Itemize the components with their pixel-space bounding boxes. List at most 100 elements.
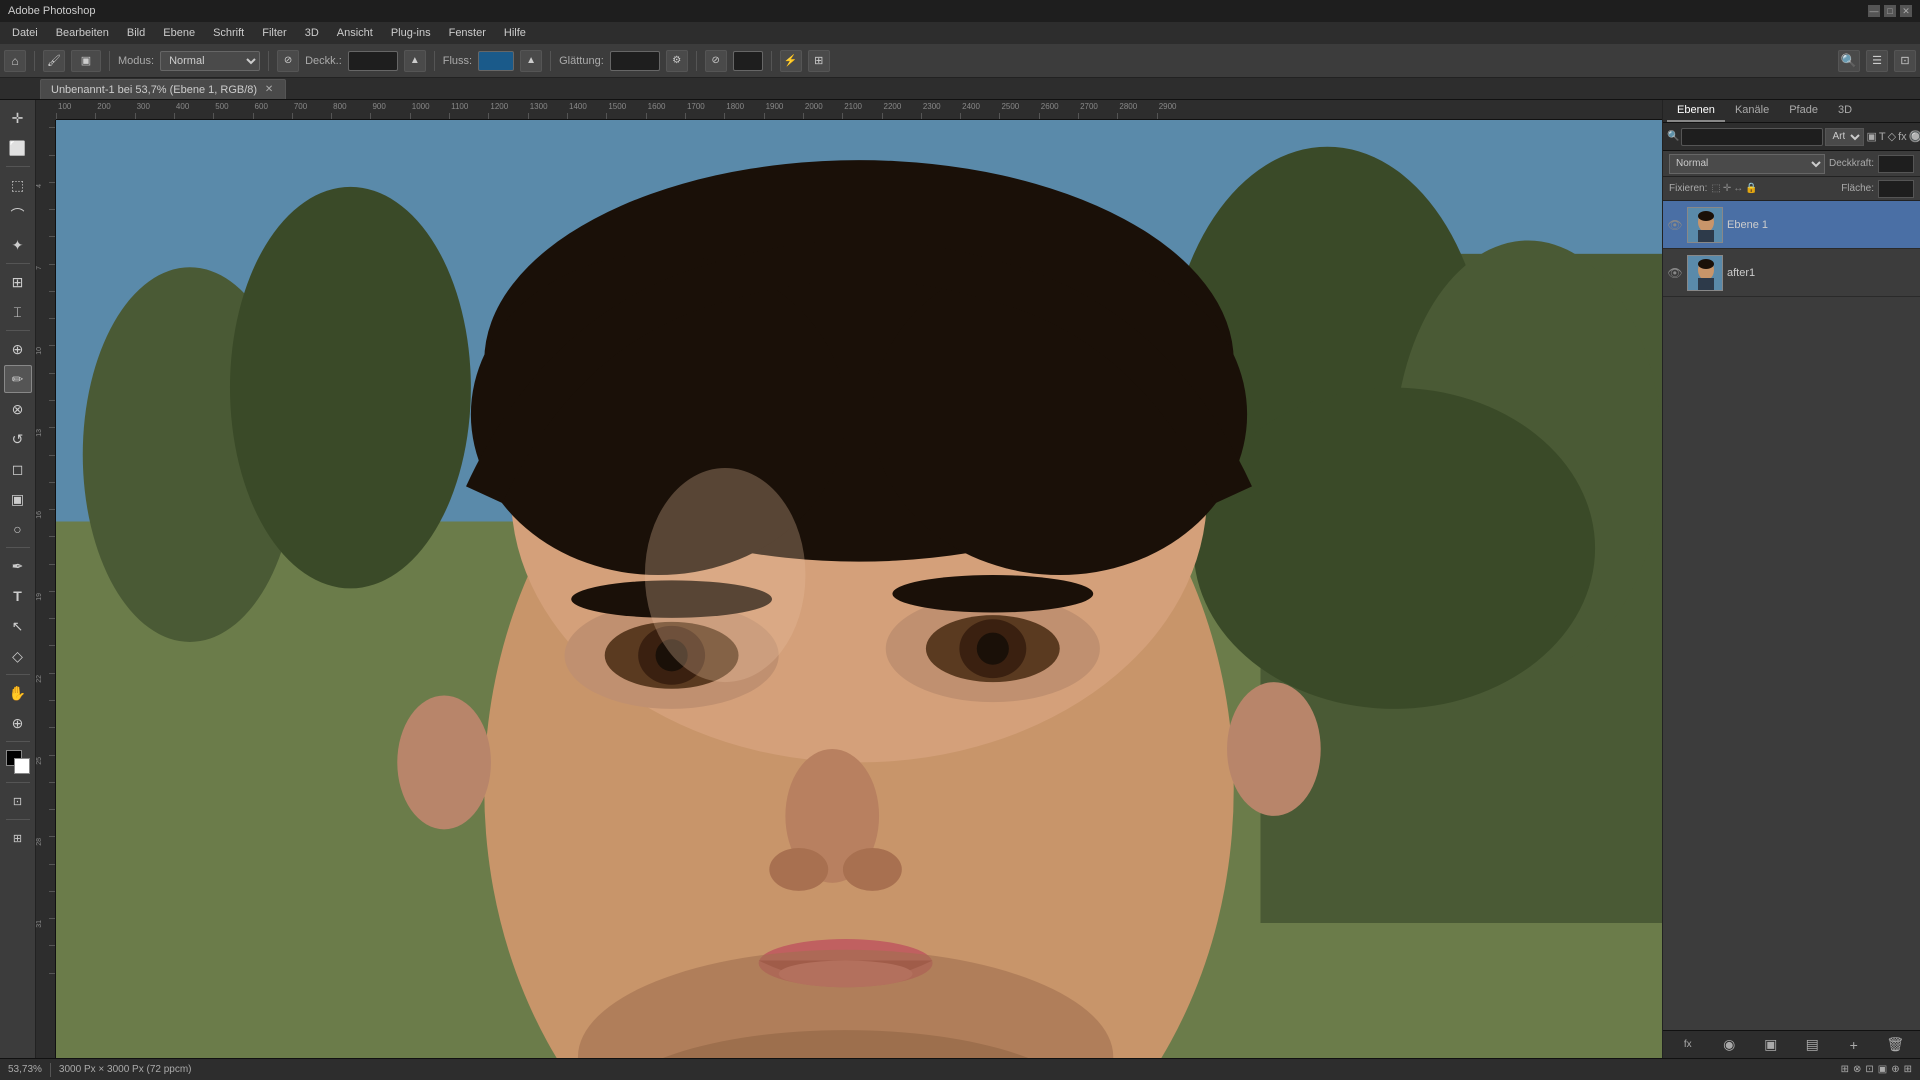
layer-new-btn[interactable]: + [1844,1035,1864,1055]
blend-mode-select[interactable]: Normal Multiplizieren Abblenden Aufhelle… [1669,154,1825,174]
airbrush-btn[interactable]: ⊘ [277,50,299,72]
document-tab[interactable]: Unbenannt-1 bei 53,7% (Ebene 1, RGB/8) ✕ [40,79,286,99]
minimize-btn[interactable]: — [1868,5,1880,17]
tool-sep-8 [6,819,30,820]
tool-sep-5 [6,674,30,675]
history-brush-tool[interactable]: ↺ [4,425,32,453]
background-color[interactable] [14,758,30,774]
layer-name: Ebene 1 [1727,219,1916,231]
lock-all-btn[interactable]: 🔒 [1745,183,1757,194]
status-icon-3[interactable]: ⊡ [1865,1064,1873,1075]
maximize-btn[interactable]: □ [1884,5,1896,17]
clone-stamp-tool[interactable]: ⊗ [4,395,32,423]
path-select-tool[interactable]: ↖ [4,612,32,640]
tab-close-btn[interactable]: ✕ [263,84,275,96]
angle-input[interactable]: 0° [733,51,763,71]
filter-text-btn[interactable]: T [1879,127,1886,147]
menu-schrift[interactable]: Schrift [205,25,252,41]
tab-kanaele[interactable]: Kanäle [1725,100,1779,122]
symmetry-btn[interactable]: ⚡ [780,50,802,72]
lasso-tool[interactable]: ⌒ [4,201,32,229]
layer-fx-btn[interactable]: fx [1678,1035,1698,1055]
search-btn[interactable]: 🔍 [1838,50,1860,72]
zoom-tool[interactable]: ⊕ [4,709,32,737]
home-button[interactable]: ⌂ [4,50,26,72]
workspace: ✛ ⬜ ⬚ ⌒ ✦ ⊞ ⌶ ⊕ ✏ ⊗ ↺ ◻ ▣ ○ ✒ T ↖ ◇ ✋ ⊕ … [0,100,1920,1058]
menu-datei[interactable]: Datei [4,25,46,41]
menu-filter[interactable]: Filter [254,25,294,41]
menu-plugins[interactable]: Plug-ins [383,25,439,41]
layer-mask-btn[interactable]: ◉ [1719,1035,1739,1055]
layer-item[interactable]: 👁 after1 [1663,249,1920,297]
filter-shape-btn[interactable]: ◇ [1888,127,1896,147]
crop-tool[interactable]: ⊞ [4,268,32,296]
lock-icons: ⬚ ✛ ↔ 🔒 [1711,183,1757,194]
extra-btn[interactable]: ⊞ [808,50,830,72]
filter-pixel-btn[interactable]: ▣ [1866,127,1876,147]
filter-effects-btn[interactable]: fx [1898,127,1907,147]
flow-pressure-btn[interactable]: ▲ [520,50,542,72]
layers-type-select[interactable]: Art [1825,128,1864,146]
menu-3d[interactable]: 3D [297,25,327,41]
gradient-tool[interactable]: ▣ [4,485,32,513]
status-icon-1[interactable]: ⊞ [1841,1064,1849,1075]
brush-angle-btn[interactable]: ⊘ [705,50,727,72]
screen-mode-btn[interactable]: ⊞ [4,824,32,852]
window-controls[interactable]: — □ ✕ [1868,5,1912,17]
eraser-tool[interactable]: ◻ [4,455,32,483]
layer-visibility-btn[interactable]: 👁 [1667,265,1683,281]
menu-hilfe[interactable]: Hilfe [496,25,534,41]
flow-input[interactable]: 3% [478,51,514,71]
canvas-container[interactable] [56,120,1662,1058]
opacity-pressure-btn[interactable]: ▲ [404,50,426,72]
menu-bearbeiten[interactable]: Bearbeiten [48,25,117,41]
tab-ebenen[interactable]: Ebenen [1667,100,1725,122]
filter-toggle-btn[interactable]: 🔘 [1909,127,1920,147]
hand-tool[interactable]: ✋ [4,679,32,707]
status-icon-4[interactable]: ▣ [1878,1064,1887,1075]
tab-pfade[interactable]: Pfade [1779,100,1828,122]
artboard-tool[interactable]: ⬜ [4,134,32,162]
brush-preset-picker[interactable]: 🖌 [43,50,65,72]
quick-select-tool[interactable]: ✦ [4,231,32,259]
color-picker[interactable] [6,750,30,774]
layer-item[interactable]: 👁 Ebene 1 [1663,201,1920,249]
layer-delete-btn[interactable]: 🗑 [1885,1035,1905,1055]
brush-mode-select[interactable]: Normal Multiplizieren Abblenden [160,51,260,71]
layer-adjustment-btn[interactable]: ▣ [1761,1035,1781,1055]
pen-tool[interactable]: ✒ [4,552,32,580]
toolbar-sep-1 [34,51,35,71]
rect-select-tool[interactable]: ⬚ [4,171,32,199]
layer-group-btn[interactable]: ▤ [1802,1035,1822,1055]
status-icon-5[interactable]: ⊕ [1891,1064,1899,1075]
layers-filter-type[interactable] [1681,128,1823,146]
quick-mask-btn[interactable]: ⊡ [4,787,32,815]
opacity-row-input[interactable]: 100% [1878,155,1914,173]
shape-tool[interactable]: ◇ [4,642,32,670]
move-tool[interactable]: ✛ [4,104,32,132]
eyedropper-tool[interactable]: ⌶ [4,298,32,326]
menu-bild[interactable]: Bild [119,25,153,41]
menu-fenster[interactable]: Fenster [441,25,494,41]
menu-ebene[interactable]: Ebene [155,25,203,41]
opacity-input[interactable]: 100% [348,51,398,71]
brush-tool[interactable]: ✏ [4,365,32,393]
status-icon-6[interactable]: ⊞ [1904,1064,1912,1075]
share-btn[interactable]: ⊡ [1894,50,1916,72]
layer-visibility-btn[interactable]: 👁 [1667,217,1683,233]
lock-transparent-btn[interactable]: ⬚ [1711,183,1720,194]
status-icon-2[interactable]: ⊗ [1853,1064,1861,1075]
spot-healing-tool[interactable]: ⊕ [4,335,32,363]
lock-move-btn[interactable]: ↔ [1733,183,1743,194]
close-btn[interactable]: ✕ [1900,5,1912,17]
dodge-tool[interactable]: ○ [4,515,32,543]
smoothing-options-btn[interactable]: ⚙ [666,50,688,72]
fill-row-input[interactable]: 100% [1878,180,1914,198]
smoothing-input[interactable]: 0% [610,51,660,71]
brush-settings-btn[interactable]: ▣ [71,50,101,72]
menu-ansicht[interactable]: Ansicht [329,25,381,41]
text-tool[interactable]: T [4,582,32,610]
lock-paint-btn[interactable]: ✛ [1723,183,1731,194]
workspace-btn[interactable]: ☰ [1866,50,1888,72]
tab-3d[interactable]: 3D [1828,100,1862,122]
